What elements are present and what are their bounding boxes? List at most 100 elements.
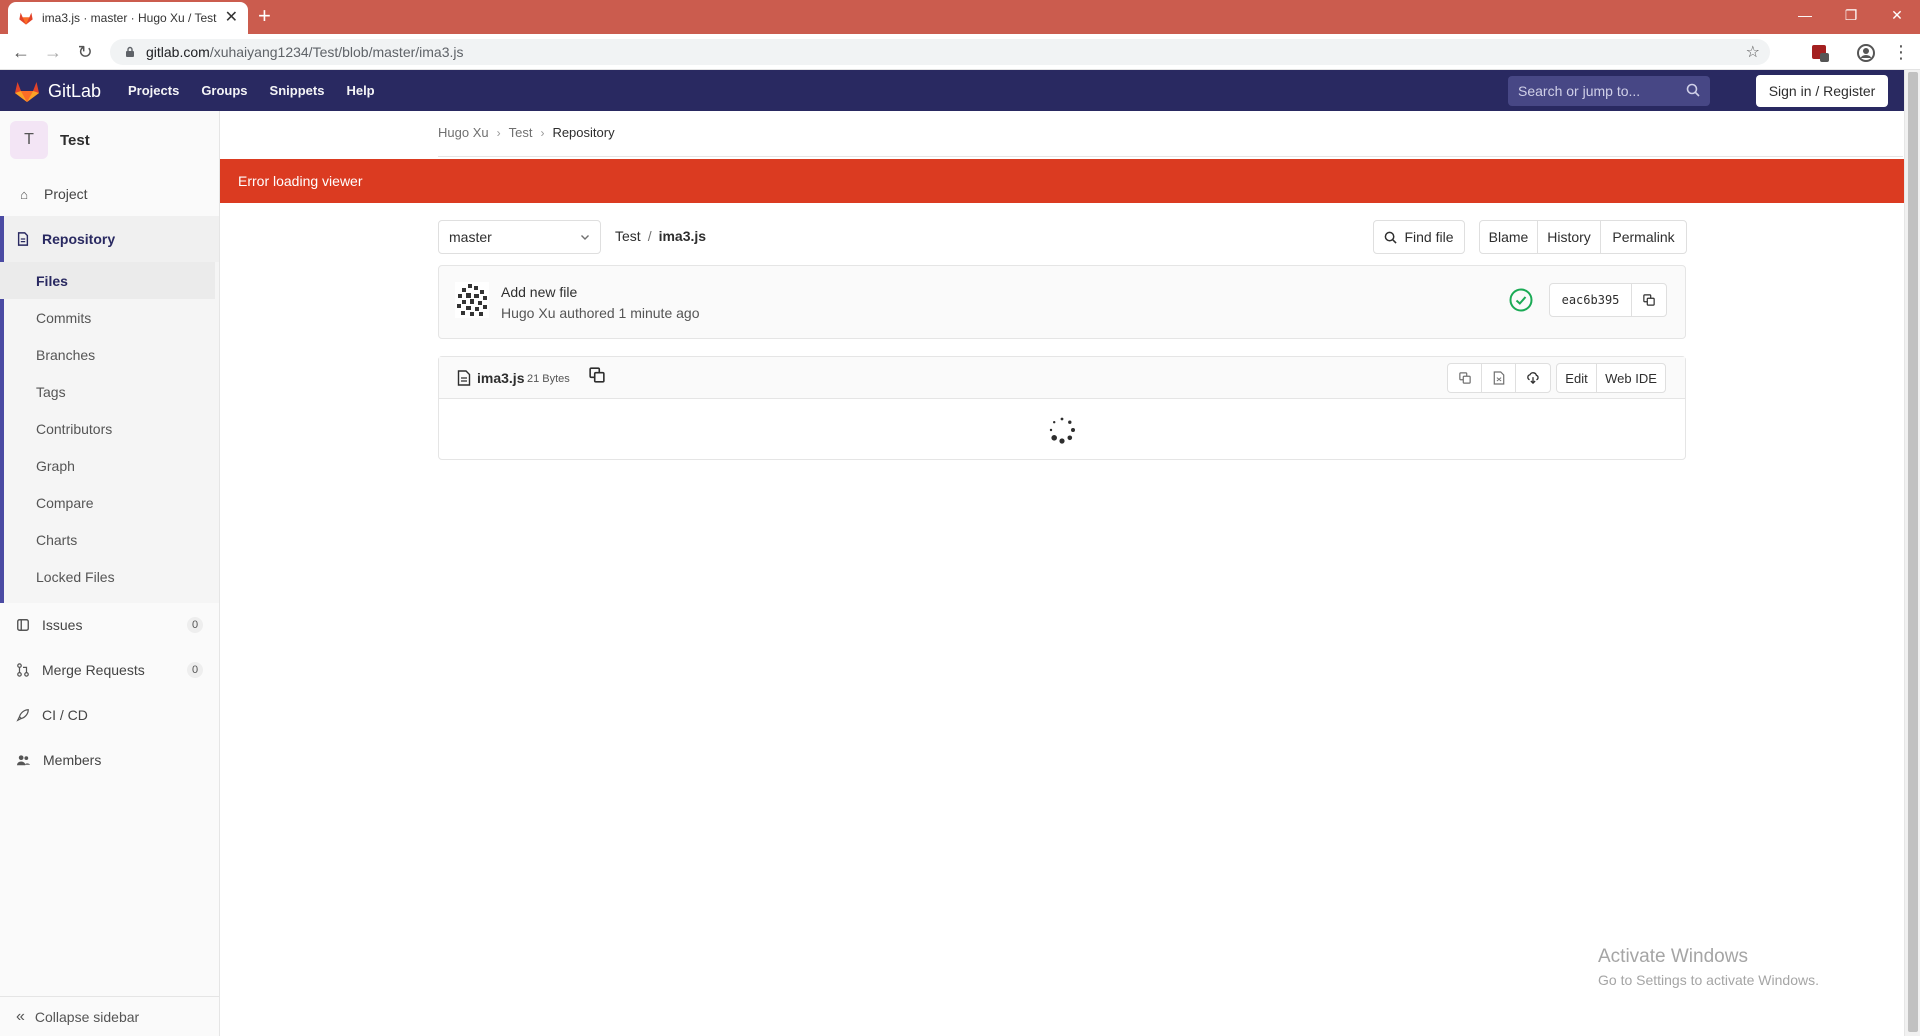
- browser-menu-icon[interactable]: ⋮: [1890, 41, 1912, 63]
- document-icon: [17, 232, 29, 246]
- path-root[interactable]: Test: [615, 228, 641, 244]
- watermark-title: Activate Windows: [1598, 946, 1748, 967]
- collapse-sidebar-button[interactable]: « Collapse sidebar: [0, 996, 219, 1036]
- sidebar-sub-locked-files[interactable]: Locked Files: [0, 558, 215, 595]
- path-file: ima3.js: [658, 228, 707, 244]
- sidebar-item-label: CI / CD: [42, 707, 88, 723]
- commit-author[interactable]: Hugo Xu: [501, 305, 555, 321]
- home-icon: ⌂: [20, 186, 28, 202]
- search-icon: [1686, 83, 1700, 97]
- commit-title[interactable]: Add new file: [501, 284, 577, 300]
- find-file-button[interactable]: Find file: [1373, 220, 1465, 254]
- project-header[interactable]: T Test: [10, 121, 90, 159]
- sidebar-item-cicd[interactable]: CI / CD: [0, 697, 219, 733]
- history-button[interactable]: History: [1538, 221, 1601, 253]
- gitlab-favicon-icon: [19, 12, 33, 25]
- project-name: Test: [60, 131, 90, 149]
- browser-tab-bar: ima3.js · master · Hugo Xu / Test ✕ + — …: [0, 0, 1920, 34]
- nav-help[interactable]: Help: [346, 83, 374, 98]
- tab-close-icon[interactable]: ✕: [225, 10, 238, 26]
- commit-meta: Hugo Xu authored 1 minute ago: [501, 305, 699, 321]
- url-field[interactable]: gitlab.com/xuhaiyang1234/Test/blob/maste…: [110, 39, 1770, 65]
- forward-icon[interactable]: →: [42, 41, 64, 63]
- restore-icon[interactable]: ❐: [1828, 0, 1874, 30]
- copy-icon: [1458, 372, 1471, 384]
- back-icon[interactable]: ←: [10, 41, 32, 63]
- download-button[interactable]: [1516, 364, 1550, 392]
- flash-error-banner: Error loading viewer: [220, 159, 1904, 203]
- copy-sha-button[interactable]: [1632, 284, 1666, 316]
- sidebar-item-project[interactable]: ⌂ Project: [0, 176, 219, 212]
- browser-tab[interactable]: ima3.js · master · Hugo Xu / Test ✕: [8, 2, 248, 34]
- watermark-subtitle: Go to Settings to activate Windows.: [1598, 972, 1819, 988]
- author-avatar[interactable]: [455, 282, 489, 318]
- double-chevron-left-icon: «: [16, 1007, 25, 1025]
- sidebar-item-label: Project: [44, 186, 88, 202]
- scrollbar-thumb[interactable]: [1908, 72, 1918, 1032]
- sidebar-item-repository[interactable]: Repository: [0, 216, 219, 262]
- gitlab-navbar: GitLab Projects Groups Snippets Help Sea…: [0, 70, 1904, 111]
- gitlab-logo[interactable]: GitLab: [14, 79, 101, 103]
- search-icon: [1385, 231, 1398, 244]
- branch-selector[interactable]: master: [438, 220, 601, 254]
- address-bar: ← → ↻ gitlab.com/xuhaiyang1234/Test/blob…: [0, 34, 1920, 70]
- sidebar-sub-charts[interactable]: Charts: [0, 521, 215, 558]
- sidebar-sub-tags[interactable]: Tags: [0, 373, 215, 410]
- branch-name: master: [449, 229, 492, 245]
- sidebar-sub-files[interactable]: Files: [0, 262, 215, 299]
- nav-snippets[interactable]: Snippets: [270, 83, 325, 98]
- issues-count-badge: 0: [187, 617, 203, 633]
- copy-path-icon[interactable]: [589, 367, 605, 383]
- sidebar-sub-commits[interactable]: Commits: [0, 299, 215, 336]
- breadcrumb-current[interactable]: Repository: [552, 125, 614, 140]
- project-sidebar: T Test ⌂ Project Repository Files Commit…: [0, 111, 220, 1036]
- sidebar-sub-branches[interactable]: Branches: [0, 336, 215, 373]
- chevron-right-icon: ›: [496, 125, 501, 140]
- extension-icon[interactable]: [1810, 43, 1830, 63]
- minimize-icon[interactable]: —: [1782, 0, 1828, 30]
- raw-file-button[interactable]: [1482, 364, 1516, 392]
- breadcrumb-project[interactable]: Test: [509, 125, 533, 140]
- account-icon[interactable]: [1856, 43, 1876, 63]
- search-placeholder: Search or jump to...: [1518, 83, 1641, 99]
- sidebar-item-issues[interactable]: Issues 0: [0, 607, 219, 643]
- reload-icon[interactable]: ↻: [74, 41, 96, 63]
- window-close-icon[interactable]: ✕: [1874, 0, 1920, 30]
- file-icon-actions: [1447, 363, 1551, 393]
- sidebar-item-label: Issues: [42, 617, 83, 633]
- project-avatar: T: [10, 121, 48, 159]
- signin-button[interactable]: Sign in / Register: [1756, 75, 1888, 107]
- new-tab-icon[interactable]: +: [258, 4, 271, 28]
- commit-sha-group: eac6b395: [1549, 283, 1667, 317]
- sidebar-item-merge-requests[interactable]: Merge Requests 0: [0, 652, 219, 688]
- find-file-label: Find file: [1404, 229, 1454, 245]
- breadcrumb-divider: [438, 156, 1903, 157]
- blame-button[interactable]: Blame: [1480, 221, 1538, 253]
- commit-sha[interactable]: eac6b395: [1550, 284, 1632, 316]
- pipeline-success-icon[interactable]: [1509, 288, 1533, 312]
- sidebar-item-label: Members: [43, 752, 102, 768]
- sidebar-sub-compare[interactable]: Compare: [0, 484, 215, 521]
- nav-groups[interactable]: Groups: [201, 83, 247, 98]
- edit-button[interactable]: Edit: [1557, 364, 1597, 392]
- permalink-button[interactable]: Permalink: [1601, 221, 1686, 253]
- sidebar-item-members[interactable]: Members: [0, 742, 219, 778]
- bookmark-star-icon[interactable]: ☆: [1746, 42, 1760, 62]
- copy-icon: [1643, 294, 1655, 306]
- issues-icon: [17, 619, 29, 631]
- cloud-download-icon: [1527, 372, 1539, 384]
- sidebar-sub-contributors[interactable]: Contributors: [0, 410, 215, 447]
- page-scrollbar[interactable]: [1904, 70, 1920, 1036]
- file-holder: ima3.js 21 Bytes Edit Web IDE: [438, 356, 1686, 460]
- nav-projects[interactable]: Projects: [128, 83, 179, 98]
- sidebar-item-label: Merge Requests: [42, 662, 145, 678]
- breadcrumb: Hugo Xu › Test › Repository: [438, 125, 615, 140]
- windows-activation-watermark: Activate Windows Go to Settings to activ…: [1598, 946, 1819, 988]
- brand-name: GitLab: [48, 80, 102, 101]
- sidebar-sub-graph[interactable]: Graph: [0, 447, 215, 484]
- breadcrumb-user[interactable]: Hugo Xu: [438, 125, 489, 140]
- web-ide-button[interactable]: Web IDE: [1597, 364, 1665, 392]
- merge-request-icon: [17, 663, 29, 677]
- search-input[interactable]: Search or jump to...: [1508, 76, 1710, 106]
- copy-contents-button[interactable]: [1448, 364, 1482, 392]
